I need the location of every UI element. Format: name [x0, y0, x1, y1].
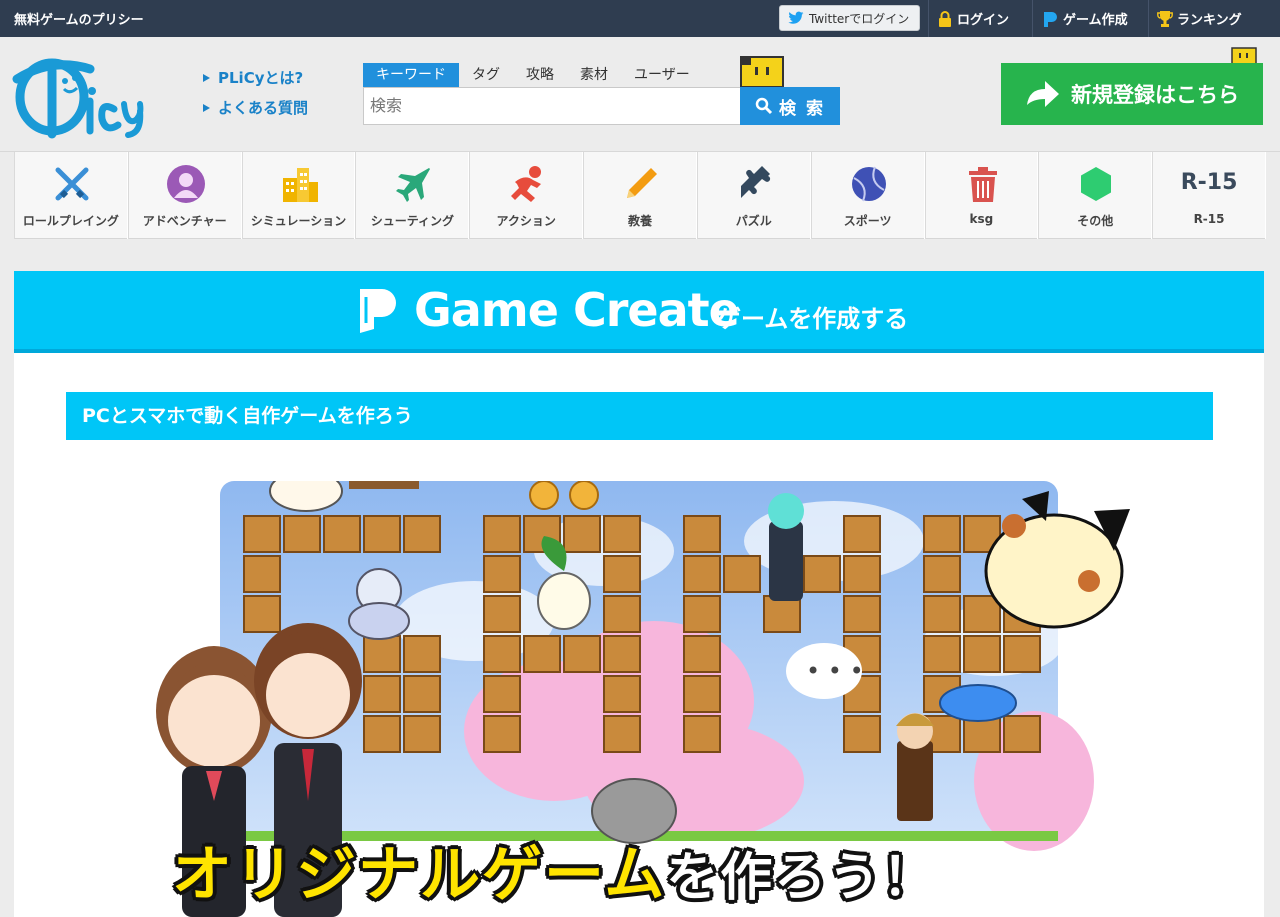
- category-ksg[interactable]: ksg: [924, 152, 1039, 239]
- top-bar: 無料ゲームのプリシー Twitterでログイン ログイン ゲーム作成 ランキング: [0, 0, 1280, 37]
- plicy-logo[interactable]: [12, 49, 147, 139]
- game-create-link[interactable]: ゲーム作成: [1032, 0, 1136, 37]
- svg-text:• • •: • • •: [806, 657, 864, 685]
- category-label: アクション: [496, 214, 556, 228]
- category-label: 教養: [627, 214, 652, 228]
- arrow-right-icon: [203, 73, 210, 82]
- category-label: ロールプレイング: [22, 214, 119, 228]
- category-education[interactable]: 教養: [583, 152, 697, 239]
- header: PLiCyとは? よくある質問 キーワード タグ 攻略 素材 ユーザー 検索 検…: [0, 37, 1280, 152]
- buildings-icon: [282, 168, 318, 202]
- faq-link[interactable]: よくある質問: [203, 97, 308, 118]
- category-nav: ロールプレイング アドベンチャー シミュレーション シューティング アクション …: [14, 152, 1266, 239]
- search-button[interactable]: 検 索: [740, 87, 840, 125]
- art-caption: オリジナルゲームを作ろう！: [172, 826, 936, 913]
- banner-title: Game Create: [414, 283, 740, 337]
- twitter-login-label: Twitterでログイン: [809, 11, 910, 26]
- ranking-link[interactable]: ランキング: [1148, 0, 1250, 37]
- category-other[interactable]: その他: [1038, 152, 1153, 239]
- main-content: Game Create ゲームを作成する PCとスマホで動く自作ゲームを作ろう: [14, 271, 1264, 917]
- about-plicy-label: PLiCyとは?: [218, 69, 304, 87]
- ball-icon: [851, 166, 886, 202]
- category-puzzle[interactable]: パズル: [696, 152, 811, 239]
- swords-icon: [55, 167, 89, 201]
- category-label: R-15: [1193, 212, 1225, 226]
- arrow-right-icon: [203, 103, 210, 112]
- category-r15[interactable]: R-15 R-15: [1152, 152, 1266, 239]
- faq-label: よくある質問: [218, 99, 309, 117]
- trophy-icon: [1157, 10, 1173, 27]
- lock-icon: [939, 10, 951, 27]
- twitter-login-button[interactable]: Twitterでログイン: [779, 5, 920, 31]
- jet-icon: [396, 168, 431, 202]
- category-simulation[interactable]: シミュレーション: [241, 152, 356, 239]
- header-links: PLiCyとは? よくある質問: [203, 67, 308, 127]
- trash-icon: [968, 167, 997, 202]
- site-tagline[interactable]: 無料ゲームのプリシー: [14, 9, 144, 28]
- r15-icon: R-15: [1180, 170, 1238, 195]
- search-tab-tag[interactable]: タグ: [459, 63, 513, 87]
- puzzle-icon: [740, 166, 770, 198]
- category-label: シューティング: [370, 214, 454, 228]
- category-label: スポーツ: [843, 214, 892, 228]
- art-caption-rest: を作ろう！: [666, 848, 937, 908]
- search-tab-strategy[interactable]: 攻略: [513, 63, 567, 87]
- category-action[interactable]: アクション: [469, 152, 584, 239]
- banner-subtitle: ゲームを作成する: [717, 305, 909, 333]
- game-create-label: ゲーム作成: [1063, 13, 1128, 28]
- search-tab-keyword[interactable]: キーワード: [363, 63, 459, 87]
- search-tabs: キーワード タグ 攻略 素材 ユーザー: [363, 63, 703, 87]
- search-icon: [755, 97, 773, 115]
- ranking-label: ランキング: [1177, 13, 1242, 28]
- pencil-icon: [627, 168, 658, 198]
- section-heading: PCとスマホで動く自作ゲームを作ろう: [66, 392, 1213, 440]
- register-label: 新規登録はこちら: [1071, 83, 1239, 107]
- about-plicy-link[interactable]: PLiCyとは?: [203, 67, 308, 88]
- category-sports[interactable]: スポーツ: [810, 152, 925, 239]
- category-shooting[interactable]: シューティング: [355, 152, 470, 239]
- register-button[interactable]: 新規登録はこちら: [1001, 63, 1263, 125]
- arrow-right-icon: [1027, 81, 1059, 107]
- category-label: ksg: [969, 212, 994, 226]
- plicy-pen-icon: [360, 289, 396, 333]
- search-input[interactable]: 検索: [363, 87, 741, 125]
- person-icon: [166, 165, 205, 203]
- category-rpg[interactable]: ロールプレイング: [14, 152, 128, 239]
- category-label: シミュレーション: [250, 214, 347, 228]
- search-button-label: 検 索: [779, 98, 825, 119]
- category-adventure[interactable]: アドベンチャー: [127, 152, 242, 239]
- hexagon-icon: [1081, 167, 1112, 201]
- login-label: ログイン: [957, 13, 1010, 28]
- search-tab-user[interactable]: ユーザー: [621, 63, 703, 87]
- login-link[interactable]: ログイン: [928, 0, 1017, 37]
- category-label: アドベンチャー: [142, 214, 227, 228]
- search-tab-material[interactable]: 素材: [567, 63, 621, 87]
- art-caption-main: オリジナルゲーム: [172, 840, 667, 910]
- game-create-banner: Game Create ゲームを作成する: [14, 271, 1264, 353]
- plicy-icon: [1044, 11, 1057, 27]
- category-label: パズル: [735, 214, 772, 228]
- runner-icon: [511, 166, 542, 202]
- mascot-icon: [740, 56, 784, 87]
- category-label: その他: [1077, 214, 1114, 228]
- twitter-icon: [788, 11, 804, 24]
